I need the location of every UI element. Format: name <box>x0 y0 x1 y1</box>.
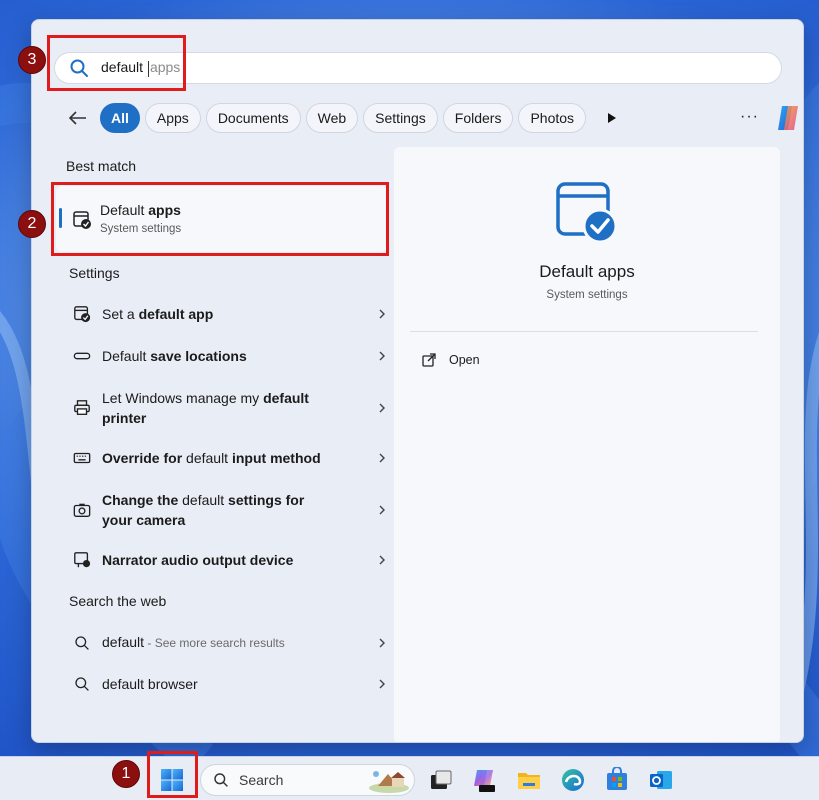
keyboard-icon <box>72 448 92 468</box>
filter-chip-photos[interactable]: Photos <box>518 103 587 133</box>
printer-icon <box>72 398 92 418</box>
arrow-left-icon <box>69 111 86 125</box>
settings-item-label-bold: settings for <box>224 492 305 508</box>
save-location-icon <box>72 346 92 366</box>
narrator-icon <box>72 550 92 570</box>
chevron-right-icon <box>379 403 385 413</box>
filter-chip-settings[interactable]: Settings <box>363 103 438 133</box>
open-action-label: Open <box>449 353 480 367</box>
file-explorer-icon[interactable] <box>516 767 542 793</box>
step-badge-2: 2 <box>18 210 46 238</box>
settings-item-label-part: Set a <box>102 306 139 322</box>
filter-chip-all[interactable]: All <box>100 103 140 133</box>
copilot-icon[interactable] <box>774 102 804 134</box>
detail-divider <box>410 331 758 332</box>
chevron-right-icon <box>379 638 385 647</box>
web-result-text: default browser <box>102 676 198 692</box>
more-filters-button[interactable] <box>599 105 625 131</box>
start-menu-search-panel: default apps All Apps Documents Web Sett… <box>31 19 804 743</box>
web-result-label: default browser <box>102 674 342 694</box>
m365-copilot-icon[interactable] <box>472 767 498 793</box>
settings-item-override-input-method[interactable]: Override for default input method <box>56 448 385 468</box>
chevron-right-icon <box>379 351 385 361</box>
step-badge-3: 3 <box>18 46 46 74</box>
settings-item-label: Let Windows manage my default printer <box>102 388 342 428</box>
settings-item-default-save-locations[interactable]: Default save locations <box>56 346 385 366</box>
annotation-box-best-match <box>51 182 389 256</box>
settings-item-label: Narrator audio output device <box>102 550 342 570</box>
open-action-button[interactable]: Open <box>422 353 480 367</box>
annotation-box-start <box>147 751 198 798</box>
settings-item-label-bold: default <box>138 306 185 322</box>
chevron-right-icon <box>379 679 385 689</box>
annotation-box-search <box>47 35 186 91</box>
settings-item-label-bold: your camera <box>102 512 186 528</box>
result-detail-pane: Default apps System settings Open <box>394 147 780 742</box>
default-apps-icon <box>556 182 618 244</box>
best-match-heading: Best match <box>66 158 137 174</box>
settings-item-label: Default save locations <box>102 346 342 366</box>
more-options-button[interactable]: ··· <box>740 108 764 128</box>
settings-item-camera-defaults[interactable]: Change the default settings for your came… <box>56 490 385 530</box>
outlook-icon[interactable] <box>648 767 674 793</box>
settings-item-windows-manage-printer[interactable]: Let Windows manage my default printer <box>56 388 385 428</box>
search-web-heading: Search the web <box>69 593 167 609</box>
settings-item-label-bold: input method <box>228 450 321 466</box>
filter-chip-web[interactable]: Web <box>305 103 359 133</box>
settings-item-set-default-app[interactable]: Set a default app <box>56 304 385 324</box>
settings-item-label-bold: app <box>188 306 214 322</box>
back-button[interactable] <box>64 104 92 132</box>
settings-item-label-part: Let Windows manage my <box>102 390 264 406</box>
settings-item-label-bold: Change the <box>102 492 183 508</box>
step-badge-1: 1 <box>112 760 140 788</box>
edge-icon[interactable] <box>560 767 586 793</box>
settings-item-narrator-audio[interactable]: Narrator audio output device <box>56 550 385 570</box>
camera-icon <box>72 500 92 520</box>
search-highlight-art-icon <box>369 771 409 793</box>
settings-item-label-bold: save locations <box>150 348 247 364</box>
chevron-right-icon <box>379 505 385 515</box>
settings-item-label-part: default <box>186 450 229 466</box>
settings-item-label: Change the default settings for your came… <box>102 490 342 530</box>
settings-heading: Settings <box>69 265 120 281</box>
filter-chip-apps[interactable]: Apps <box>144 103 201 133</box>
task-view-icon[interactable] <box>428 767 454 793</box>
web-result-default-browser[interactable]: default browser <box>56 674 385 694</box>
web-result-default[interactable]: default - See more search results <box>56 632 385 653</box>
search-icon <box>72 633 92 653</box>
settings-item-label-bold: printer <box>102 410 147 426</box>
settings-item-label: Set a default app <box>102 304 342 324</box>
settings-item-label-part: default <box>182 492 225 508</box>
detail-title: Default apps <box>539 262 635 281</box>
search-icon <box>214 773 228 787</box>
detail-subtitle: System settings <box>546 289 628 301</box>
taskbar-search-label: Search <box>239 772 284 788</box>
chevron-right-icon <box>379 453 385 463</box>
settings-item-label-bold: Override for <box>102 450 187 466</box>
settings-item-label-bold: default <box>263 390 309 406</box>
play-icon <box>608 113 617 123</box>
chevron-right-icon <box>379 309 385 319</box>
web-result-text: default <box>102 634 145 650</box>
settings-item-label: Override for default input method <box>102 448 342 468</box>
store-icon[interactable] <box>604 767 630 793</box>
taskbar-search-box[interactable]: Search <box>200 764 415 796</box>
search-icon <box>72 674 92 694</box>
open-external-icon <box>422 353 436 367</box>
web-result-label: default - See more search results <box>102 632 342 653</box>
filter-chip-folders[interactable]: Folders <box>442 103 514 133</box>
chevron-right-icon <box>379 555 385 565</box>
settings-item-label-bold: Narrator audio output device <box>102 552 294 568</box>
search-filter-bar: All Apps Documents Web Settings Folders … <box>64 102 798 134</box>
default-apps-icon <box>72 304 92 324</box>
web-result-hint: - See more search results <box>144 636 285 650</box>
settings-item-label-part: Default <box>102 348 151 364</box>
filter-chip-documents[interactable]: Documents <box>205 103 301 133</box>
